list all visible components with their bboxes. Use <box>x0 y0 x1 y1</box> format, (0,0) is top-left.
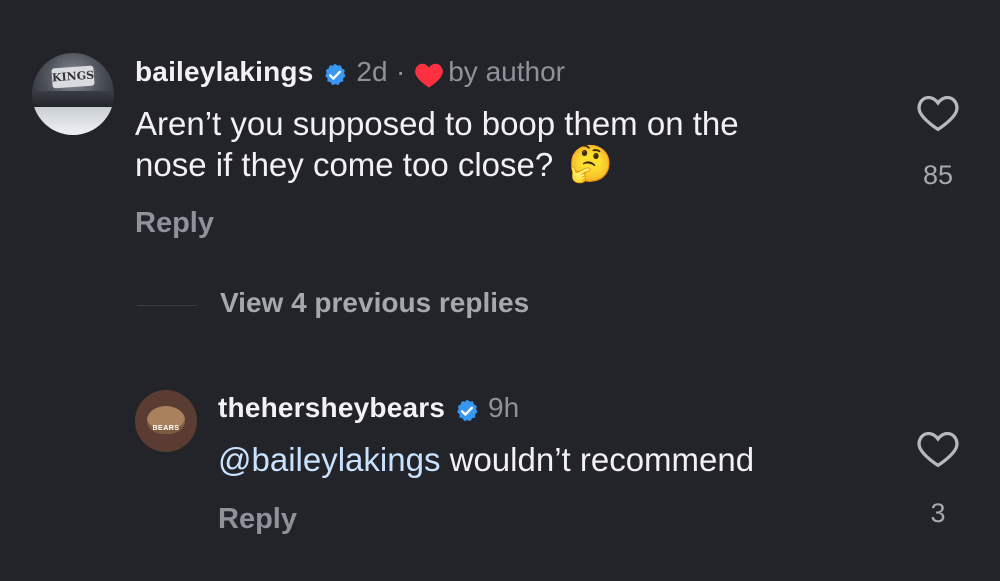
verified-badge-icon <box>456 399 478 421</box>
comment-like-count: 85 <box>922 160 954 190</box>
comment-like-button[interactable] <box>916 93 960 133</box>
reply-username[interactable]: thehersheybears <box>218 392 445 423</box>
reply-reply-button[interactable]: Reply <box>218 503 297 536</box>
avatar-arena-stands <box>32 91 114 107</box>
heart-outline-icon <box>917 431 959 468</box>
reply-mention-link[interactable]: @baileylakings <box>218 441 440 478</box>
reply-like-button[interactable] <box>916 429 960 469</box>
avatar-bears-text: BEARS <box>152 425 180 432</box>
reply-like-count: 3 <box>930 498 946 528</box>
avatar-ice-surface <box>32 107 114 135</box>
reply-header: thehersheybears 9h <box>218 392 519 428</box>
comment-text-line-1: Aren’t you supposed to boop them on the <box>135 105 739 142</box>
comment-body: Aren’t you supposed to boop them on the … <box>135 104 739 185</box>
avatar-baileylakings[interactable]: KINGS <box>32 53 114 135</box>
meta-separator: · <box>395 56 406 87</box>
comment-header: baileylakings 2d · by author <box>135 56 565 93</box>
avatar-thehersheybears[interactable]: BEARS <box>135 390 197 452</box>
view-previous-replies-button[interactable]: View 4 previous replies <box>220 287 529 319</box>
comment-username[interactable]: baileylakings <box>135 56 313 87</box>
liked-by-author-label: by author <box>448 56 565 87</box>
comment-text-line-2: nose if they come too close? <box>135 146 554 183</box>
comment-reply-button[interactable]: Reply <box>135 207 214 240</box>
comment-time: 2d <box>356 56 388 87</box>
author-liked-heart-icon <box>414 63 443 88</box>
reply-body: @baileylakings wouldn’t recommend <box>218 440 754 480</box>
reply-time: 9h <box>488 392 520 423</box>
thinking-face-emoji: 🤔 <box>568 143 614 184</box>
avatar-kings-banner: KINGS <box>51 65 95 89</box>
reply-text: wouldn’t recommend <box>440 441 755 478</box>
comment-text-line-2-wrap: nose if they come too close? 🤔 <box>135 144 739 185</box>
replies-thread-line <box>137 305 197 306</box>
heart-outline-icon <box>917 95 959 132</box>
verified-badge-icon <box>325 63 346 85</box>
